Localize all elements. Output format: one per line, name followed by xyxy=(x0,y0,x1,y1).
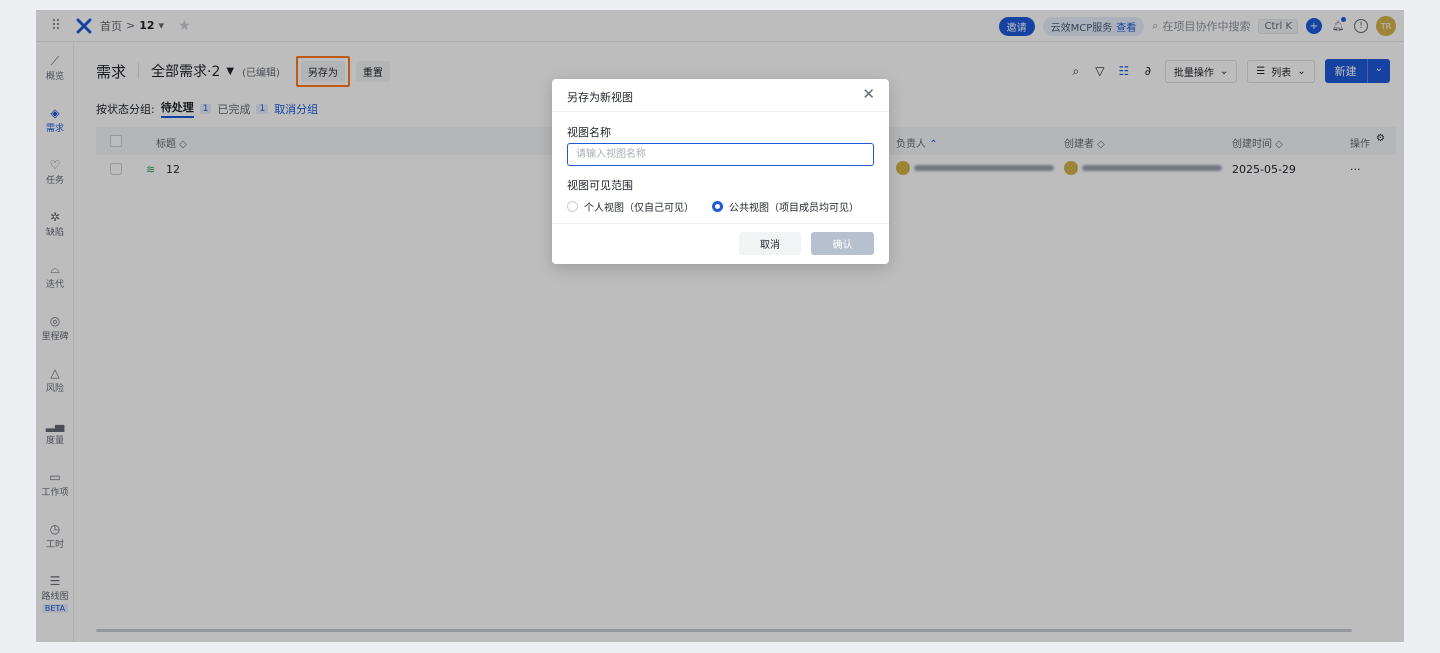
radio-public-view[interactable]: 公共视图（项目成员均可见） xyxy=(712,199,859,214)
dialog-title: 另存为新视图 xyxy=(567,91,633,104)
view-name-input[interactable] xyxy=(567,143,874,166)
view-name-label: 视图名称 xyxy=(567,126,611,139)
cancel-button[interactable]: 取消 xyxy=(739,232,801,255)
close-icon[interactable]: ✕ xyxy=(862,85,875,103)
radio-button[interactable] xyxy=(567,201,578,212)
dialog-header: 另存为新视图 ✕ xyxy=(552,79,889,112)
confirm-button[interactable]: 确认 xyxy=(811,232,874,255)
save-as-view-dialog: 另存为新视图 ✕ 视图名称 视图可见范围 个人视图（仅自己可见） 公共视图（项目… xyxy=(552,79,889,264)
dialog-divider xyxy=(552,223,889,224)
radio-personal-view[interactable]: 个人视图（仅自己可见） xyxy=(567,199,694,214)
visibility-label: 视图可见范围 xyxy=(567,179,633,192)
visibility-radio-group: 个人视图（仅自己可见） 公共视图（项目成员均可见） xyxy=(567,199,859,214)
radio-personal-label: 个人视图（仅自己可见） xyxy=(584,203,694,214)
radio-public-label: 公共视图（项目成员均可见） xyxy=(729,203,859,214)
radio-button-selected[interactable] xyxy=(712,201,723,212)
